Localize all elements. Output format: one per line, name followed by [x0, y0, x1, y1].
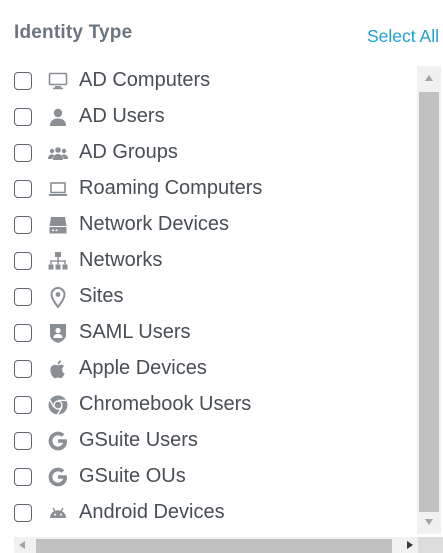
scroll-left-arrow[interactable]	[14, 537, 30, 553]
identity-type-panel: Identity Type Select All AD Computers AD …	[0, 0, 443, 553]
item-label: Networks	[79, 249, 163, 271]
item-label: Sites	[79, 285, 124, 307]
item-label: GSuite Users	[79, 429, 198, 451]
item-label: AD Users	[79, 105, 165, 127]
laptop-icon	[47, 178, 69, 200]
horizontal-scrollbar[interactable]	[14, 537, 418, 553]
select-all-link[interactable]: Select All	[367, 26, 439, 47]
item-checkbox[interactable]	[14, 216, 32, 234]
horizontal-scroll-thumb[interactable]	[36, 539, 392, 553]
item-checkbox[interactable]	[14, 72, 32, 90]
apple-icon	[47, 358, 69, 380]
user-icon	[47, 106, 69, 128]
scroll-right-arrow[interactable]	[402, 537, 418, 553]
list-item[interactable]: Sites	[0, 278, 417, 314]
item-checkbox[interactable]	[14, 432, 32, 450]
scroll-down-icon	[425, 519, 433, 525]
google-g-icon	[47, 466, 69, 488]
group-icon	[47, 142, 69, 164]
vertical-scroll-thumb[interactable]	[419, 92, 439, 512]
chrome-icon	[47, 394, 69, 416]
monitor-icon	[47, 70, 69, 92]
item-label: Android Devices	[79, 501, 225, 523]
list-item[interactable]: Android Devices	[0, 494, 417, 530]
scroll-down-arrow[interactable]	[417, 510, 441, 534]
item-checkbox[interactable]	[14, 504, 32, 522]
scroll-right-icon	[407, 541, 413, 549]
identity-type-list: AD Computers AD Users AD Groups Roaming Com…	[0, 62, 417, 537]
item-checkbox[interactable]	[14, 252, 32, 270]
item-label: Roaming Computers	[79, 177, 263, 199]
item-checkbox[interactable]	[14, 180, 32, 198]
item-checkbox[interactable]	[14, 288, 32, 306]
scroll-left-icon	[19, 541, 25, 549]
panel-header: Identity Type Select All	[0, 0, 443, 60]
scroll-up-icon	[425, 75, 433, 81]
list-item[interactable]: AD Computers	[0, 62, 417, 98]
item-checkbox[interactable]	[14, 396, 32, 414]
list-item[interactable]: GSuite Users	[0, 422, 417, 458]
vertical-scrollbar[interactable]	[417, 66, 441, 534]
item-checkbox[interactable]	[14, 108, 32, 126]
list-item[interactable]: Chromebook Users	[0, 386, 417, 422]
item-label: Apple Devices	[79, 357, 207, 379]
list-item[interactable]: GSuite OUs	[0, 458, 417, 494]
network-tree-icon	[47, 250, 69, 272]
location-pin-icon	[47, 286, 69, 308]
shield-user-icon	[47, 322, 69, 344]
item-label: Network Devices	[79, 213, 230, 235]
scroll-up-arrow[interactable]	[417, 66, 441, 90]
list-item[interactable]: AD Users	[0, 98, 417, 134]
item-checkbox[interactable]	[14, 144, 32, 162]
scrollbar-corner	[418, 537, 443, 553]
list-item[interactable]: Networks	[0, 242, 417, 278]
panel-title: Identity Type	[14, 22, 133, 43]
list-item[interactable]: Network Devices	[0, 206, 417, 242]
google-g-icon	[47, 430, 69, 452]
item-checkbox[interactable]	[14, 468, 32, 486]
item-checkbox[interactable]	[14, 360, 32, 378]
item-checkbox[interactable]	[14, 324, 32, 342]
item-label: AD Computers	[79, 69, 211, 91]
item-label: GSuite OUs	[79, 465, 186, 487]
list-item[interactable]: AD Groups	[0, 134, 417, 170]
list-item[interactable]: SAML Users	[0, 314, 417, 350]
item-label: SAML Users	[79, 321, 191, 343]
item-label: AD Groups	[79, 141, 178, 163]
item-label: Chromebook Users	[79, 393, 252, 415]
list-item[interactable]: Roaming Computers	[0, 170, 417, 206]
android-icon	[47, 502, 69, 524]
list-item[interactable]: Apple Devices	[0, 350, 417, 386]
server-icon	[47, 214, 69, 236]
